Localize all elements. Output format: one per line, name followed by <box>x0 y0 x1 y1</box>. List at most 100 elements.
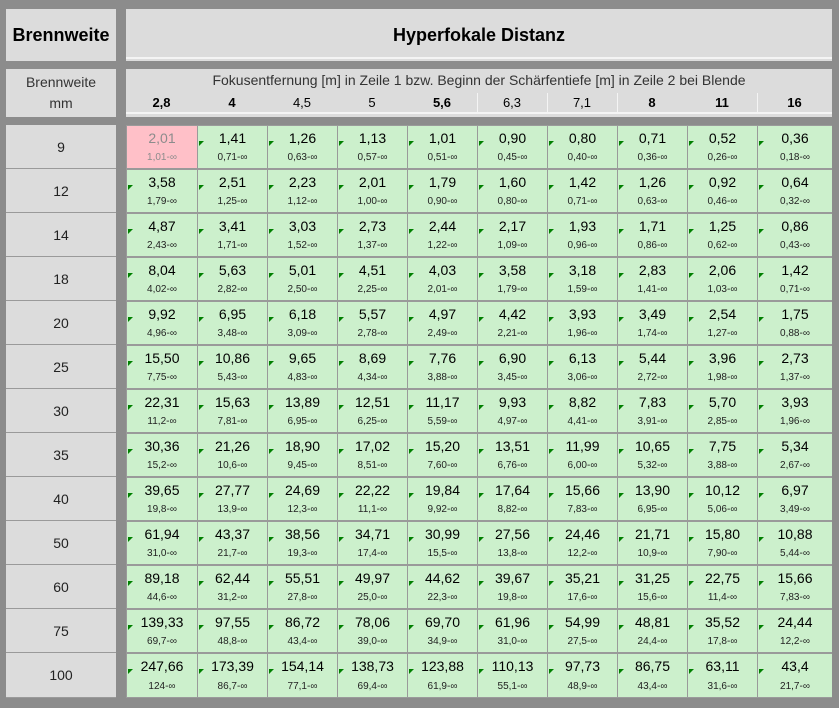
distance-cell[interactable]: 5,44 2,72-∞ <box>618 346 687 388</box>
distance-cell[interactable]: 17,64 8,82-∞ <box>478 478 547 520</box>
distance-cell[interactable]: 44,62 22,3-∞ <box>408 566 477 608</box>
distance-cell[interactable]: 78,06 39,0-∞ <box>338 610 407 652</box>
distance-cell[interactable]: 97,55 48,8-∞ <box>198 610 267 652</box>
distance-cell[interactable]: 8,04 4,02-∞ <box>127 258 197 300</box>
distance-cell[interactable]: 5,57 2,78-∞ <box>338 302 407 344</box>
distance-cell[interactable]: 9,65 4,83-∞ <box>268 346 337 388</box>
distance-cell[interactable]: 4,03 2,01-∞ <box>408 258 477 300</box>
distance-cell[interactable]: 10,12 5,06-∞ <box>688 478 757 520</box>
distance-cell[interactable]: 1,13 0,57-∞ <box>338 126 407 168</box>
distance-cell[interactable]: 61,96 31,0-∞ <box>478 610 547 652</box>
distance-cell[interactable]: 63,11 31,6-∞ <box>688 654 757 697</box>
distance-cell[interactable]: 10,88 5,44-∞ <box>758 522 832 564</box>
distance-cell[interactable]: 1,42 0,71-∞ <box>548 170 617 212</box>
distance-cell[interactable]: 5,01 2,50-∞ <box>268 258 337 300</box>
distance-cell[interactable]: 0,80 0,40-∞ <box>548 126 617 168</box>
distance-cell[interactable]: 2,73 1,37-∞ <box>758 346 832 388</box>
distance-cell[interactable]: 0,90 0,45-∞ <box>478 126 547 168</box>
distance-cell[interactable]: 24,46 12,2-∞ <box>548 522 617 564</box>
distance-cell[interactable]: 27,56 13,8-∞ <box>478 522 547 564</box>
distance-cell[interactable]: 21,71 10,9-∞ <box>618 522 687 564</box>
distance-cell[interactable]: 12,51 6,25-∞ <box>338 390 407 432</box>
distance-cell[interactable]: 1,26 0,63-∞ <box>268 126 337 168</box>
distance-cell[interactable]: 5,34 2,67-∞ <box>758 434 832 476</box>
distance-cell[interactable]: 1,01 0,51-∞ <box>408 126 477 168</box>
distance-cell[interactable]: 2,17 1,09-∞ <box>478 214 547 256</box>
distance-cell[interactable]: 6,90 3,45-∞ <box>478 346 547 388</box>
distance-cell[interactable]: 2,54 1,27-∞ <box>688 302 757 344</box>
distance-cell[interactable]: 9,92 4,96-∞ <box>127 302 197 344</box>
distance-cell[interactable]: 3,96 1,98-∞ <box>688 346 757 388</box>
distance-cell[interactable]: 11,17 5,59-∞ <box>408 390 477 432</box>
distance-cell[interactable]: 18,90 9,45-∞ <box>268 434 337 476</box>
distance-cell[interactable]: 0,36 0,18-∞ <box>758 126 832 168</box>
distance-cell[interactable]: 0,92 0,46-∞ <box>688 170 757 212</box>
distance-cell[interactable]: 13,90 6,95-∞ <box>618 478 687 520</box>
distance-cell[interactable]: 13,51 6,76-∞ <box>478 434 547 476</box>
distance-cell[interactable]: 15,66 7,83-∞ <box>548 478 617 520</box>
distance-cell[interactable]: 49,97 25,0-∞ <box>338 566 407 608</box>
distance-cell[interactable]: 39,67 19,8-∞ <box>478 566 547 608</box>
distance-cell[interactable]: 3,49 1,74-∞ <box>618 302 687 344</box>
distance-cell[interactable]: 6,95 3,48-∞ <box>198 302 267 344</box>
distance-cell[interactable]: 22,31 11,2-∞ <box>127 390 197 432</box>
distance-cell[interactable]: 7,75 3,88-∞ <box>688 434 757 476</box>
distance-cell[interactable]: 31,25 15,6-∞ <box>618 566 687 608</box>
distance-cell[interactable]: 39,65 19,8-∞ <box>127 478 197 520</box>
distance-cell[interactable]: 86,72 43,4-∞ <box>268 610 337 652</box>
distance-cell[interactable]: 2,06 1,03-∞ <box>688 258 757 300</box>
distance-cell[interactable]: 35,21 17,6-∞ <box>548 566 617 608</box>
distance-cell[interactable]: 22,75 11,4-∞ <box>688 566 757 608</box>
distance-cell[interactable]: 3,93 1,96-∞ <box>548 302 617 344</box>
distance-cell[interactable]: 4,87 2,43-∞ <box>127 214 197 256</box>
distance-cell[interactable]: 8,69 4,34-∞ <box>338 346 407 388</box>
distance-cell[interactable]: 19,84 9,92-∞ <box>408 478 477 520</box>
distance-cell[interactable]: 8,82 4,41-∞ <box>548 390 617 432</box>
distance-cell[interactable]: 3,18 1,59-∞ <box>548 258 617 300</box>
distance-cell[interactable]: 1,93 0,96-∞ <box>548 214 617 256</box>
distance-cell[interactable]: 3,58 1,79-∞ <box>478 258 547 300</box>
distance-cell[interactable]: 69,70 34,9-∞ <box>408 610 477 652</box>
distance-cell[interactable]: 43,37 21,7-∞ <box>198 522 267 564</box>
distance-cell[interactable]: 1,60 0,80-∞ <box>478 170 547 212</box>
distance-cell[interactable]: 89,18 44,6-∞ <box>127 566 197 608</box>
distance-cell[interactable]: 2,51 1,25-∞ <box>198 170 267 212</box>
distance-cell[interactable]: 15,20 7,60-∞ <box>408 434 477 476</box>
distance-cell[interactable]: 10,65 5,32-∞ <box>618 434 687 476</box>
distance-cell[interactable]: 27,77 13,9-∞ <box>198 478 267 520</box>
distance-cell[interactable]: 9,93 4,97-∞ <box>478 390 547 432</box>
distance-cell[interactable]: 7,76 3,88-∞ <box>408 346 477 388</box>
distance-cell[interactable]: 4,42 2,21-∞ <box>478 302 547 344</box>
distance-cell[interactable]: 247,66 124-∞ <box>127 654 197 697</box>
distance-cell[interactable]: 4,97 2,49-∞ <box>408 302 477 344</box>
distance-cell[interactable]: 138,73 69,4-∞ <box>338 654 407 697</box>
distance-cell[interactable]: 0,52 0,26-∞ <box>688 126 757 168</box>
distance-cell[interactable]: 86,75 43,4-∞ <box>618 654 687 697</box>
distance-cell[interactable]: 2,01 1,00-∞ <box>338 170 407 212</box>
distance-cell[interactable]: 48,81 24,4-∞ <box>618 610 687 652</box>
distance-cell[interactable]: 15,66 7,83-∞ <box>758 566 832 608</box>
distance-cell[interactable]: 3,93 1,96-∞ <box>758 390 832 432</box>
distance-cell[interactable]: 5,70 2,85-∞ <box>688 390 757 432</box>
distance-cell[interactable]: 2,23 1,12-∞ <box>268 170 337 212</box>
distance-cell[interactable]: 15,63 7,81-∞ <box>198 390 267 432</box>
distance-cell[interactable]: 6,18 3,09-∞ <box>268 302 337 344</box>
distance-cell[interactable]: 97,73 48,9-∞ <box>548 654 617 697</box>
distance-cell[interactable]: 173,39 86,7-∞ <box>198 654 267 697</box>
distance-cell[interactable]: 2,44 1,22-∞ <box>408 214 477 256</box>
distance-cell[interactable]: 1,41 0,71-∞ <box>198 126 267 168</box>
distance-cell[interactable]: 1,79 0,90-∞ <box>408 170 477 212</box>
distance-cell[interactable]: 0,86 0,43-∞ <box>758 214 832 256</box>
distance-cell[interactable]: 35,52 17,8-∞ <box>688 610 757 652</box>
distance-cell[interactable]: 1,71 0,86-∞ <box>618 214 687 256</box>
distance-cell[interactable]: 10,86 5,43-∞ <box>198 346 267 388</box>
distance-cell[interactable]: 38,56 19,3-∞ <box>268 522 337 564</box>
distance-cell[interactable]: 11,99 6,00-∞ <box>548 434 617 476</box>
distance-cell[interactable]: 2,01 1,01-∞ <box>127 126 197 168</box>
distance-cell[interactable]: 3,03 1,52-∞ <box>268 214 337 256</box>
distance-cell[interactable]: 2,73 1,37-∞ <box>338 214 407 256</box>
distance-cell[interactable]: 5,63 2,82-∞ <box>198 258 267 300</box>
distance-cell[interactable]: 15,80 7,90-∞ <box>688 522 757 564</box>
distance-cell[interactable]: 2,83 1,41-∞ <box>618 258 687 300</box>
distance-cell[interactable]: 17,02 8,51-∞ <box>338 434 407 476</box>
